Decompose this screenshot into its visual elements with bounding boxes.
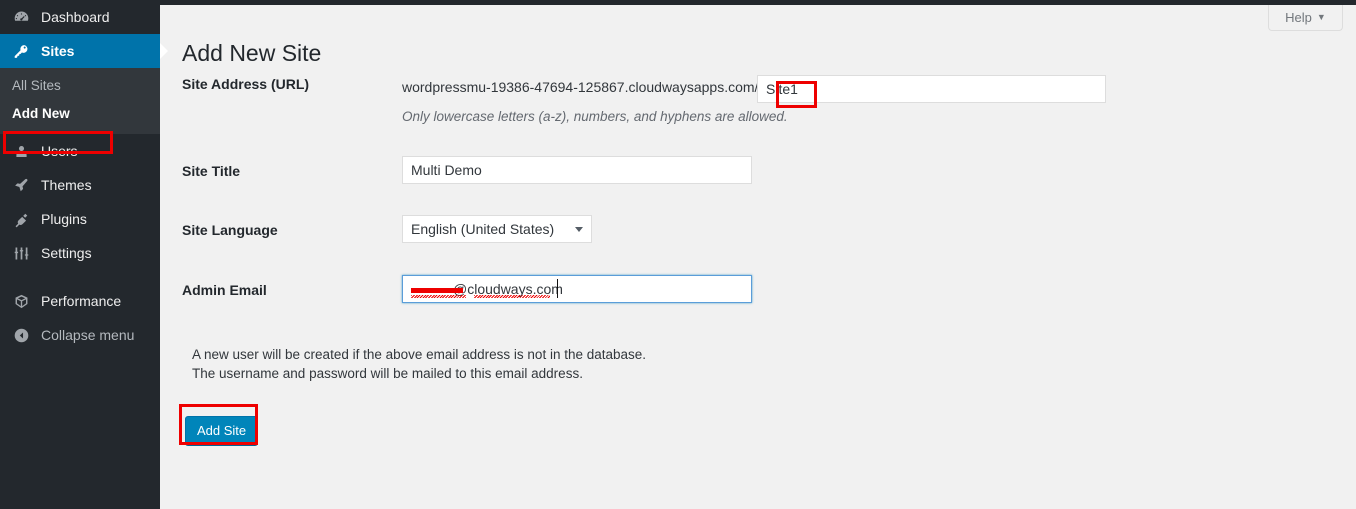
sidebar-collapse-label: Collapse menu bbox=[41, 327, 135, 343]
site-title-label: Site Title bbox=[182, 163, 241, 179]
main-content: Add New Site Site Address (URL) wordpres… bbox=[160, 5, 1356, 509]
page-title: Add New Site bbox=[182, 40, 322, 67]
paintbrush-icon bbox=[10, 175, 32, 195]
site-language-label: Site Language bbox=[182, 222, 278, 238]
sidebar-item-label: Sites bbox=[41, 43, 75, 59]
add-site-button[interactable]: Add Site bbox=[185, 416, 259, 445]
admin-email-wrapper: mustaf@cloudways.com bbox=[402, 275, 752, 303]
sidebar-item-label: Dashboard bbox=[41, 9, 110, 25]
sidebar-subitem-all-sites[interactable]: All Sites bbox=[0, 72, 160, 100]
admin-email-note: A new user will be created if the above … bbox=[192, 345, 646, 383]
sidebar-item-performance[interactable]: Performance bbox=[0, 284, 160, 318]
form-row-site-language: Site Language English (United States) bbox=[182, 212, 1312, 271]
site-language-value: English (United States) bbox=[411, 221, 555, 237]
sidebar-collapse-menu[interactable]: Collapse menu bbox=[0, 318, 160, 352]
sidebar-subitem-label: Add New bbox=[12, 106, 70, 121]
dashboard-icon bbox=[10, 7, 32, 27]
add-site-form: Site Address (URL) wordpressmu-19386-476… bbox=[182, 75, 1312, 321]
sidebar-item-settings[interactable]: Settings bbox=[0, 236, 160, 270]
sliders-icon bbox=[10, 243, 32, 263]
sidebar-item-label: Users bbox=[41, 143, 78, 159]
admin-email-input[interactable]: mustaf@cloudways.com bbox=[402, 275, 752, 303]
sidebar-item-label: Performance bbox=[41, 293, 122, 309]
sidebar-item-themes[interactable]: Themes bbox=[0, 168, 160, 202]
site-language-select[interactable]: English (United States) bbox=[402, 215, 592, 243]
site-address-input[interactable] bbox=[757, 75, 1106, 103]
key-icon bbox=[10, 41, 32, 61]
site-address-description: Only lowercase letters (a-z), numbers, a… bbox=[402, 109, 788, 124]
sidebar-separator bbox=[0, 270, 160, 284]
site-language-field-group: English (United States) bbox=[402, 212, 1312, 243]
note-line: The username and password will be mailed… bbox=[192, 366, 583, 381]
note-line: A new user will be created if the above … bbox=[192, 347, 647, 362]
collapse-arrow-icon bbox=[10, 325, 32, 345]
wp-admin-page: Dashboard Sites All Sites Add New Users … bbox=[0, 0, 1356, 509]
admin-email-field-group: mustaf@cloudways.com bbox=[402, 271, 1312, 303]
site-address-prefix: wordpressmu-19386-47694-125867.cloudways… bbox=[402, 79, 759, 95]
sidebar-item-sites[interactable]: Sites bbox=[0, 34, 168, 68]
sidebar-submenu-sites: All Sites Add New bbox=[0, 68, 160, 134]
cube-icon bbox=[10, 291, 32, 311]
form-row-site-address: Site Address (URL) wordpressmu-19386-476… bbox=[182, 75, 1312, 153]
sidebar-item-dashboard[interactable]: Dashboard bbox=[0, 0, 160, 34]
sidebar-item-users[interactable]: Users bbox=[0, 134, 160, 168]
sidebar-subitem-add-new[interactable]: Add New bbox=[0, 100, 160, 128]
form-row-site-title: Site Title bbox=[182, 153, 1312, 212]
admin-sidebar: Dashboard Sites All Sites Add New Users … bbox=[0, 0, 168, 509]
sidebar-item-plugins[interactable]: Plugins bbox=[0, 202, 160, 236]
sidebar-subitem-label: All Sites bbox=[12, 78, 61, 93]
site-title-field-group bbox=[402, 153, 1312, 184]
site-title-input[interactable] bbox=[402, 156, 752, 184]
site-address-label: Site Address (URL) bbox=[182, 76, 310, 92]
admin-email-visible-value: @cloudways.com bbox=[453, 281, 563, 297]
chevron-down-icon bbox=[575, 227, 583, 232]
admin-email-label: Admin Email bbox=[182, 282, 267, 298]
plug-icon bbox=[10, 209, 32, 229]
sidebar-item-label: Plugins bbox=[41, 211, 87, 227]
sidebar-item-label: Themes bbox=[41, 177, 92, 193]
user-icon bbox=[10, 141, 32, 161]
sidebar-item-label: Settings bbox=[41, 245, 92, 261]
form-row-admin-email: Admin Email mustaf@cloudways.com bbox=[182, 271, 1312, 321]
site-address-field-group: wordpressmu-19386-47694-125867.cloudways… bbox=[402, 75, 1312, 126]
